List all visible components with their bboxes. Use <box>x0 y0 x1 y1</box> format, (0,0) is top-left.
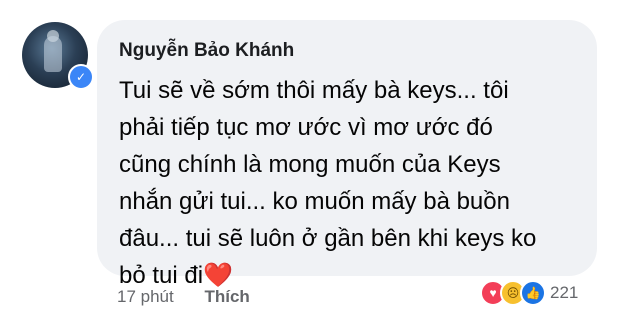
comment-line: phải tiếp tục mơ ước vì mơ ước đó <box>119 114 493 141</box>
avatar-figure <box>44 36 62 72</box>
reaction-count: 221 <box>550 283 579 302</box>
avatar[interactable]: ✓ <box>22 22 94 94</box>
comment-line: nhắn gửi tui... ko muốn mấy bà buồn <box>119 188 510 215</box>
like-button[interactable]: Thích <box>204 287 249 306</box>
comment-line: cũng chính là mong muốn của Keys <box>119 151 501 178</box>
verified-check-icon: ✓ <box>68 64 94 90</box>
heart-emoji-icon: ❤️ <box>203 262 233 289</box>
comment-bubble: Nguyễn Bảo Khánh Tui sẽ về sớm thôi mấy … <box>97 20 597 289</box>
comment-line: bỏ tui đi <box>119 262 204 289</box>
comment-author[interactable]: Nguyễn Bảo Khánh <box>119 40 294 62</box>
comment-line: Tui sẽ về sớm thôi mấy bà keys... tôi <box>119 77 509 104</box>
comment-line: đâu... tui sẽ luôn ở gần bên khi keys ko <box>119 225 537 252</box>
like-reaction-icon: 👍 <box>520 280 546 306</box>
timestamp[interactable]: 17 phút <box>117 287 174 306</box>
reaction-summary[interactable]: ♥ ☹ 👍 221 <box>480 280 578 306</box>
comment-footer: 17 phút Thích <box>117 287 250 307</box>
comment-text: Tui sẽ về sớm thôi mấy bà keys... tôi ph… <box>119 72 579 294</box>
